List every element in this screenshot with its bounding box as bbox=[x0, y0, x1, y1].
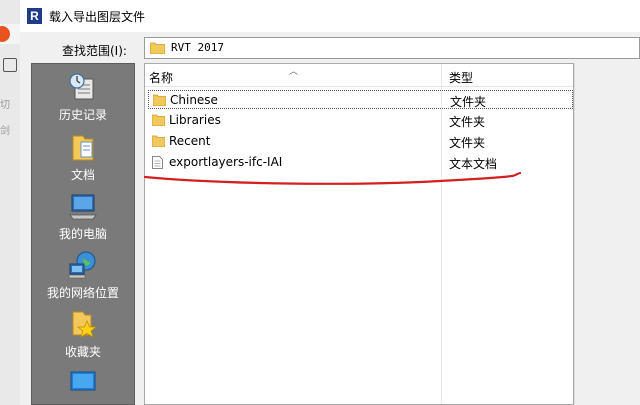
app-logo bbox=[0, 24, 20, 44]
save-icon[interactable] bbox=[3, 58, 17, 72]
background-app-strip: 切 剑 bbox=[0, 0, 21, 405]
red-underline-annotation bbox=[143, 171, 522, 185]
logo-icon bbox=[0, 26, 10, 42]
side-text: 切 bbox=[0, 100, 10, 111]
side-text: 剑 bbox=[0, 126, 10, 137]
load-export-layers-dialog: R 载入导出图层文件 查找范围(I): RVT 2017 历史记录 文档 我的电… bbox=[20, 0, 640, 405]
